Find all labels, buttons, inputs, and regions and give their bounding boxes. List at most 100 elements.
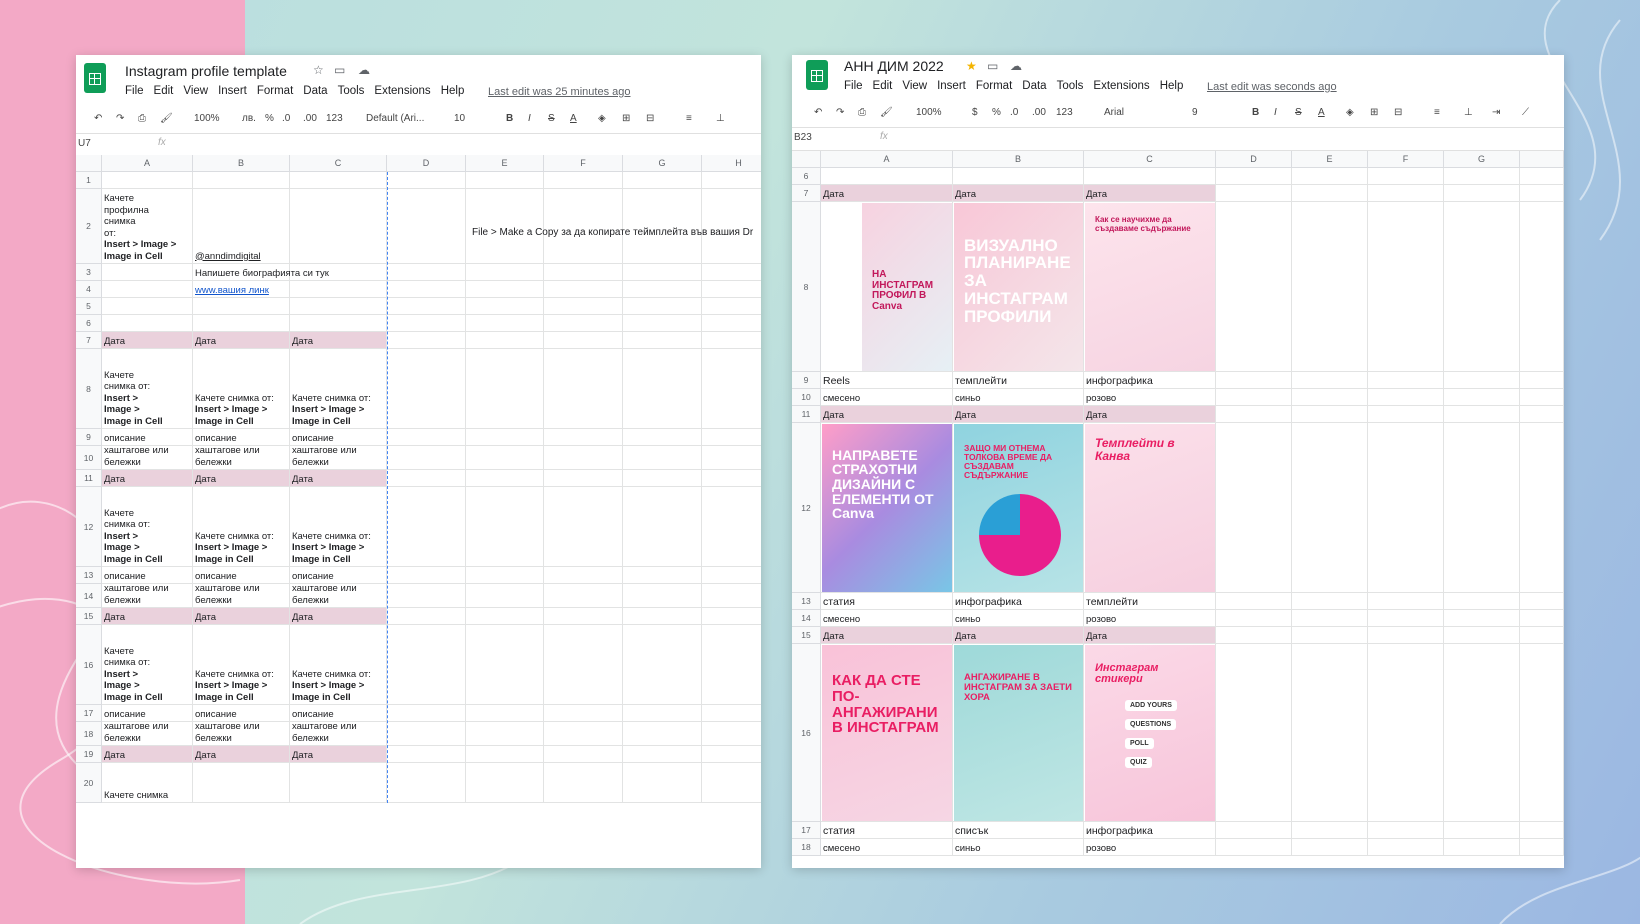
cell-g18[interactable]: [623, 722, 702, 746]
cell-c18[interactable]: хаштагове или бележки: [290, 722, 387, 746]
cell-d10[interactable]: [387, 446, 466, 470]
cell-c15[interactable]: Дата: [1084, 627, 1216, 644]
row-header-1[interactable]: 1: [76, 172, 102, 189]
cell-g19[interactable]: [623, 746, 702, 763]
cell-f14[interactable]: [544, 584, 623, 608]
cell-a9[interactable]: Reels: [821, 372, 953, 389]
row-header-15[interactable]: 15: [76, 608, 102, 625]
cell-c5[interactable]: [290, 298, 387, 315]
menu-help[interactable]: Help: [1160, 80, 1184, 92]
cell-g7[interactable]: [623, 332, 702, 349]
menu-help[interactable]: Help: [441, 85, 465, 97]
cell-g14[interactable]: [1444, 610, 1520, 627]
cell-a15[interactable]: Дата: [821, 627, 953, 644]
cell-d10[interactable]: [1216, 389, 1292, 406]
cell-d6[interactable]: [387, 315, 466, 332]
cell-g10[interactable]: [623, 446, 702, 470]
cell-d3[interactable]: [387, 264, 466, 281]
row-header-14[interactable]: 14: [792, 610, 821, 627]
cell-e11[interactable]: [466, 470, 544, 487]
cell-f15[interactable]: [544, 608, 623, 625]
increase-decimal-button[interactable]: .00: [303, 113, 317, 124]
cell-d7[interactable]: [1216, 185, 1292, 202]
cell-d8[interactable]: [387, 349, 466, 429]
website-link[interactable]: www.вашия линк: [195, 285, 269, 297]
menu-insert[interactable]: Insert: [218, 85, 247, 97]
cell-a10[interactable]: смесено: [821, 389, 953, 406]
menu-extensions[interactable]: Extensions: [1093, 80, 1149, 92]
column-header-c[interactable]: C: [1084, 151, 1216, 168]
cell-b6[interactable]: [953, 168, 1084, 185]
cell-g10[interactable]: [1444, 389, 1520, 406]
text-wrap-icon[interactable]: ⇥: [1492, 107, 1500, 118]
cell-g13[interactable]: [623, 567, 702, 584]
align-icon[interactable]: ≡: [686, 113, 692, 124]
cell-a17[interactable]: описание: [102, 705, 193, 722]
cell-c8[interactable]: Качете снимка от: Insert > Image > Image…: [290, 349, 387, 429]
cell-a1[interactable]: [102, 172, 193, 189]
cell-b10[interactable]: хаштагове или бележки: [193, 446, 290, 470]
cell-b14[interactable]: синьо: [953, 610, 1084, 627]
column-header-h[interactable]: H: [702, 155, 761, 172]
borders-icon[interactable]: ⊞: [622, 113, 630, 124]
cell-g12[interactable]: [623, 487, 702, 567]
cell-a8[interactable]: Качете снимка от: Insert > Image > Image…: [102, 349, 193, 429]
column-header-c[interactable]: C: [290, 155, 387, 172]
cell-g11[interactable]: [623, 470, 702, 487]
name-box[interactable]: B23: [794, 132, 812, 143]
cell-g8[interactable]: [1444, 202, 1520, 372]
column-header-a[interactable]: A: [102, 155, 193, 172]
cell-b8[interactable]: Качете снимка от: Insert > Image > Image…: [193, 349, 290, 429]
post-image-r8a[interactable]: НА ИНСТАГРАМ ПРОФИЛ В Canva: [862, 203, 952, 371]
cell-c14[interactable]: розово: [1084, 610, 1216, 627]
cell-h16[interactable]: [702, 625, 761, 705]
align-icon[interactable]: ≡: [1434, 107, 1440, 118]
cell-d16[interactable]: [387, 625, 466, 705]
cell-f17[interactable]: [544, 705, 623, 722]
cell-h5[interactable]: [702, 298, 761, 315]
row-header-16[interactable]: 16: [76, 625, 102, 705]
cell-d18[interactable]: [1216, 839, 1292, 856]
cell-b9[interactable]: темплейти: [953, 372, 1084, 389]
cell-f11[interactable]: [1368, 406, 1444, 423]
cell-g15[interactable]: [1444, 627, 1520, 644]
cell-h4[interactable]: [702, 281, 761, 298]
cell-e17[interactable]: [466, 705, 544, 722]
cell-d5[interactable]: [387, 298, 466, 315]
paint-format-icon[interactable]: 🖌: [160, 113, 173, 124]
cell-a15[interactable]: Дата: [102, 608, 193, 625]
last-edit-link[interactable]: Last edit was 25 minutes ago: [488, 86, 630, 98]
cell-d17[interactable]: [1216, 822, 1292, 839]
redo-icon[interactable]: ↷: [116, 113, 124, 124]
cell-c11[interactable]: Дата: [290, 470, 387, 487]
cell-h18[interactable]: [1520, 839, 1564, 856]
cell-b7[interactable]: Дата: [193, 332, 290, 349]
cell-g7[interactable]: [1444, 185, 1520, 202]
merge-cells-icon[interactable]: ⊟: [1394, 107, 1402, 118]
cell-e8[interactable]: [1292, 202, 1368, 372]
zoom-select[interactable]: 100%: [194, 113, 220, 124]
row-header-11[interactable]: 11: [792, 406, 821, 423]
cell-d19[interactable]: [387, 746, 466, 763]
cell-h9[interactable]: [702, 429, 761, 446]
cell-d12[interactable]: [387, 487, 466, 567]
cell-d12[interactable]: [1216, 423, 1292, 593]
column-header-a[interactable]: A: [821, 151, 953, 168]
cell-c3[interactable]: [290, 264, 387, 281]
cell-h12[interactable]: [702, 487, 761, 567]
cell-a7[interactable]: Дата: [102, 332, 193, 349]
cell-h16[interactable]: [1520, 644, 1564, 822]
cell-h10[interactable]: [702, 446, 761, 470]
doc-title[interactable]: АНН ДИМ 2022: [844, 58, 944, 74]
zoom-select[interactable]: 100%: [916, 107, 942, 118]
cell-e8[interactable]: [466, 349, 544, 429]
move-folder-icon[interactable]: ▭: [334, 63, 345, 77]
cell-e16[interactable]: [466, 625, 544, 705]
menu-file[interactable]: File: [844, 80, 863, 92]
cell-h6[interactable]: [1520, 168, 1564, 185]
menu-edit[interactable]: Edit: [873, 80, 893, 92]
cell-e20[interactable]: [466, 763, 544, 803]
cell-h13[interactable]: [702, 567, 761, 584]
cell-f16[interactable]: [544, 625, 623, 705]
cell-h3[interactable]: [702, 264, 761, 281]
